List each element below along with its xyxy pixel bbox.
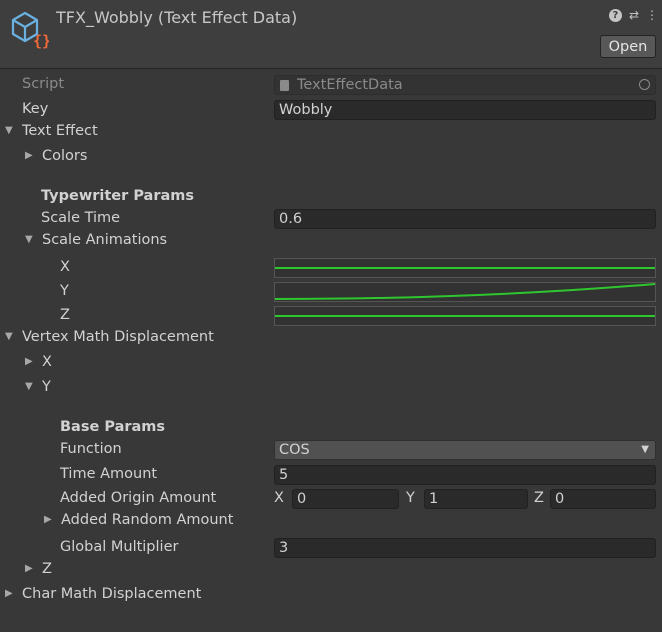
- script-row: Script TextEffectData: [0, 75, 662, 97]
- asset-title: TFX_Wobbly (Text Effect Data): [56, 8, 298, 27]
- open-button[interactable]: Open: [600, 35, 656, 58]
- curve-z-label: Z: [60, 307, 70, 323]
- script-value: TextEffectData: [297, 77, 403, 93]
- origin-y-label: Y: [406, 490, 415, 506]
- added-origin-row: Added Origin Amount X 0 Y 1 Z 0: [0, 489, 662, 511]
- expanded-arrow-icon[interactable]: ▼: [5, 125, 13, 136]
- scriptable-object-icon: {}: [11, 11, 49, 49]
- curve-x-label: X: [60, 259, 70, 275]
- collapsed-arrow-icon[interactable]: ▶: [5, 588, 13, 599]
- text-effect-label: Text Effect: [22, 123, 98, 139]
- curve-x-row: X: [0, 258, 662, 280]
- base-params-header: Base Params: [0, 418, 662, 440]
- curve-z-line: [275, 315, 655, 317]
- script-file-icon: [280, 80, 289, 91]
- origin-z-label: Z: [534, 490, 544, 506]
- expanded-arrow-icon[interactable]: ▼: [25, 381, 33, 392]
- collapsed-arrow-icon[interactable]: ▶: [44, 514, 52, 525]
- object-picker-icon[interactable]: [639, 79, 650, 90]
- char-math-label: Char Math Displacement: [22, 586, 202, 602]
- vm-y-foldout[interactable]: ▼ Y: [0, 378, 662, 400]
- script-field[interactable]: TextEffectData: [274, 75, 656, 95]
- scale-time-row: Scale Time 0.6: [0, 209, 662, 231]
- collapsed-arrow-icon[interactable]: ▶: [25, 563, 33, 574]
- colors-label: Colors: [42, 148, 88, 164]
- expanded-arrow-icon[interactable]: ▼: [5, 331, 13, 342]
- colors-foldout[interactable]: ▶ Colors: [0, 147, 662, 169]
- vm-y-label: Y: [42, 379, 51, 395]
- key-label: Key: [22, 101, 49, 117]
- key-input[interactable]: Wobbly: [274, 100, 656, 120]
- curve-y-field[interactable]: [274, 282, 656, 302]
- origin-z-input[interactable]: 0: [550, 489, 656, 509]
- key-row: Key Wobbly: [0, 100, 662, 122]
- vm-x-foldout[interactable]: ▶ X: [0, 353, 662, 375]
- added-random-label: Added Random Amount: [61, 512, 234, 528]
- time-amount-input[interactable]: 5: [274, 465, 656, 485]
- vm-z-label: Z: [42, 561, 52, 577]
- typewriter-header: Typewriter Params: [0, 187, 662, 209]
- dropdown-arrow-icon: ▼: [641, 444, 649, 455]
- inspector-header: {} TFX_Wobbly (Text Effect Data) ? ⇄ ⋮ O…: [0, 0, 662, 69]
- scale-time-label: Scale Time: [41, 210, 121, 226]
- script-label: Script: [22, 76, 65, 92]
- global-multiplier-label: Global Multiplier: [60, 539, 179, 555]
- vertex-math-foldout[interactable]: ▼ Vertex Math Displacement: [0, 328, 662, 350]
- function-value: COS: [279, 442, 310, 458]
- function-label: Function: [60, 441, 122, 457]
- added-origin-label: Added Origin Amount: [60, 490, 217, 506]
- curve-x-line: [275, 267, 655, 269]
- vm-x-label: X: [42, 354, 52, 370]
- scale-animations-foldout[interactable]: ▼ Scale Animations: [0, 231, 662, 253]
- global-multiplier-input[interactable]: 3: [274, 538, 656, 558]
- base-params-label: Base Params: [60, 419, 166, 435]
- collapsed-arrow-icon[interactable]: ▶: [25, 150, 33, 161]
- collapsed-arrow-icon[interactable]: ▶: [25, 356, 33, 367]
- curve-y-row: Y: [0, 282, 662, 304]
- function-row: Function COS ▼: [0, 440, 662, 462]
- curve-y-label: Y: [60, 283, 69, 299]
- added-random-foldout[interactable]: ▶ Added Random Amount: [0, 511, 662, 533]
- char-math-foldout[interactable]: ▶ Char Math Displacement: [0, 585, 662, 607]
- time-amount-row: Time Amount 5: [0, 465, 662, 487]
- expanded-arrow-icon[interactable]: ▼: [25, 234, 33, 245]
- help-icon[interactable]: ?: [608, 8, 622, 22]
- more-icon[interactable]: ⋮: [646, 8, 658, 22]
- scale-animations-label: Scale Animations: [42, 232, 168, 248]
- curve-z-field[interactable]: [274, 306, 656, 326]
- curve-y-line: [275, 283, 655, 300]
- global-multiplier-row: Global Multiplier 3: [0, 538, 662, 560]
- function-dropdown[interactable]: COS ▼: [274, 440, 656, 460]
- time-amount-label: Time Amount: [60, 466, 158, 482]
- vm-z-foldout[interactable]: ▶ Z: [0, 560, 662, 582]
- curve-x-field[interactable]: [274, 258, 656, 278]
- origin-x-input[interactable]: 0: [292, 489, 399, 509]
- svg-text:{}: {}: [33, 32, 49, 49]
- scale-time-input[interactable]: 0.6: [274, 209, 656, 229]
- vertex-math-label: Vertex Math Displacement: [22, 329, 214, 345]
- settings-icon[interactable]: ⇄: [629, 8, 639, 22]
- origin-x-label: X: [274, 490, 284, 506]
- origin-y-input[interactable]: 1: [424, 489, 528, 509]
- curve-z-row: Z: [0, 306, 662, 328]
- typewriter-params-label: Typewriter Params: [41, 188, 195, 204]
- text-effect-foldout[interactable]: ▼ Text Effect: [0, 122, 662, 144]
